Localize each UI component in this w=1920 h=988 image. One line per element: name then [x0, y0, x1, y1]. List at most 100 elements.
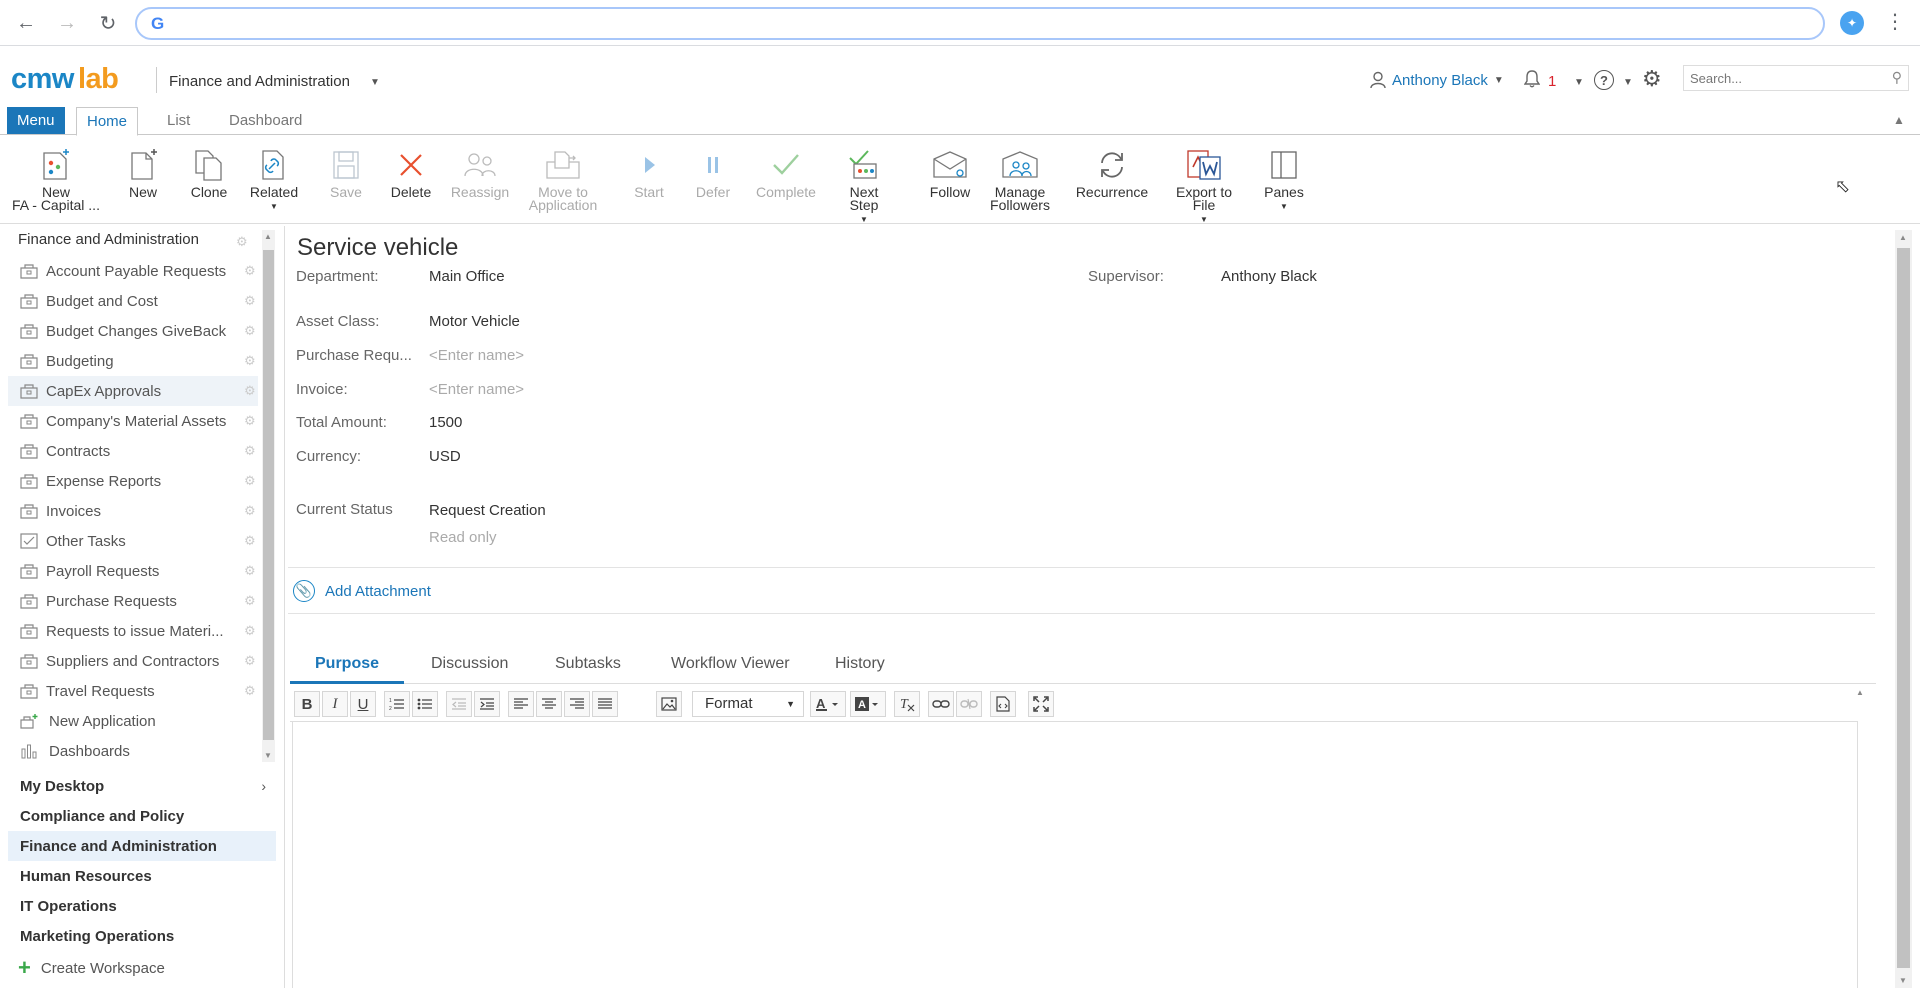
export-to-file-button[interactable]: Export to File ▼ — [1168, 144, 1240, 226]
reload-icon[interactable]: ↻ — [95, 10, 121, 36]
insert-image-icon[interactable] — [656, 691, 682, 717]
manage-followers-button[interactable]: Manage Followers — [986, 144, 1054, 212]
sidebar-item-capex-approvals[interactable]: CapEx Approvals ⚙ — [8, 376, 258, 406]
item-settings-icon[interactable]: ⚙ — [244, 294, 258, 308]
tab-menu[interactable]: Menu — [7, 107, 65, 134]
workspace-my-desktop[interactable]: My Desktop › — [8, 771, 276, 801]
item-settings-icon[interactable]: ⚙ — [244, 264, 258, 278]
notification-caret-icon[interactable]: ▼ — [1574, 77, 1584, 88]
create-workspace-button[interactable]: + Create Workspace — [18, 957, 165, 979]
help-icon[interactable]: ? — [1594, 70, 1614, 90]
bell-icon[interactable] — [1523, 70, 1541, 93]
item-settings-icon[interactable]: ⚙ — [244, 414, 258, 428]
bold-button[interactable]: B — [294, 691, 320, 717]
notification-count[interactable]: 1 — [1548, 73, 1556, 90]
sidebar-scrollbar[interactable]: ▲ ▼ — [262, 230, 275, 762]
tree-root-finance[interactable]: Finance and Administration — [18, 231, 199, 248]
tab-workflow-viewer[interactable]: Workflow Viewer — [646, 644, 815, 684]
new-button[interactable]: New — [118, 144, 168, 199]
align-right-icon[interactable] — [564, 691, 590, 717]
text-color-icon[interactable]: A — [810, 691, 846, 717]
recurrence-button[interactable]: Recurrence — [1072, 144, 1152, 199]
indent-icon[interactable] — [474, 691, 500, 717]
tab-list[interactable]: List — [157, 107, 200, 135]
item-settings-icon[interactable]: ⚙ — [244, 504, 258, 518]
search-input[interactable] — [1684, 66, 1874, 90]
numbered-list-icon[interactable]: 12 — [384, 691, 410, 717]
new-fa-capital-button[interactable]: New FA - Capital ... — [6, 144, 106, 212]
app-title[interactable]: Finance and Administration — [169, 73, 350, 90]
sidebar-item-budget-and-cost[interactable]: Budget and Cost ⚙ — [8, 286, 258, 316]
app-switch-caret-icon[interactable]: ▼ — [370, 77, 380, 88]
main-scroll-thumb[interactable] — [1897, 248, 1910, 968]
item-settings-icon[interactable]: ⚙ — [244, 354, 258, 368]
tab-home[interactable]: Home — [76, 107, 139, 136]
tab-discussion[interactable]: Discussion — [406, 644, 533, 684]
workspace-it-operations[interactable]: IT Operations — [8, 891, 276, 921]
currency-value[interactable]: USD — [429, 448, 461, 465]
scroll-up-icon[interactable]: ▲ — [264, 232, 272, 241]
align-left-icon[interactable] — [508, 691, 534, 717]
purpose-editor[interactable] — [292, 722, 1858, 988]
next-step-button[interactable]: Next Step ▼ — [836, 144, 892, 226]
workspace-finance[interactable]: Finance and Administration — [8, 831, 276, 861]
tab-history[interactable]: History — [810, 644, 910, 684]
italic-button[interactable]: I — [322, 691, 348, 717]
scroll-down-icon[interactable]: ▼ — [1899, 976, 1907, 985]
item-settings-icon[interactable]: ⚙ — [244, 534, 258, 548]
sidebar-divider[interactable] — [284, 226, 285, 988]
sidebar-item-travel-requests[interactable]: Travel Requests ⚙ — [8, 676, 258, 706]
forward-icon[interactable]: → — [54, 10, 80, 36]
sidebar-item-expense-reports[interactable]: Expense Reports ⚙ — [8, 466, 258, 496]
delete-button[interactable]: Delete — [386, 144, 436, 199]
sidebar-item-budget-changes[interactable]: Budget Changes GiveBack ⚙ — [8, 316, 258, 346]
sidebar-item-account-payable[interactable]: Account Payable Requests ⚙ — [8, 256, 258, 286]
defer-button[interactable]: Defer — [688, 144, 738, 199]
sidebar-item-requests-issue-materials[interactable]: Requests to issue Materi... ⚙ — [8, 616, 258, 646]
tab-subtasks[interactable]: Subtasks — [530, 644, 646, 684]
invoice-field[interactable]: <Enter name> — [429, 381, 524, 398]
format-dropdown[interactable]: Format ▼ — [692, 691, 804, 717]
item-settings-icon[interactable]: ⚙ — [244, 444, 258, 458]
workspace-marketing[interactable]: Marketing Operations — [8, 921, 276, 951]
back-icon[interactable]: ← — [13, 10, 39, 36]
panes-button[interactable]: Panes ▼ — [1256, 144, 1312, 213]
help-caret-icon[interactable]: ▼ — [1623, 77, 1633, 88]
editor-scroll-up-icon[interactable]: ▲ — [1856, 688, 1864, 697]
item-settings-icon[interactable]: ⚙ — [244, 324, 258, 338]
sidebar-item-suppliers[interactable]: Suppliers and Contractors ⚙ — [8, 646, 258, 676]
user-menu[interactable]: Anthony Black ▼ — [1370, 71, 1504, 89]
address-bar[interactable]: G — [135, 7, 1825, 40]
sidebar-item-material-assets[interactable]: Company's Material Assets ⚙ — [8, 406, 258, 436]
settings-gear-icon[interactable]: ⚙ — [1642, 66, 1662, 92]
outdent-icon[interactable] — [446, 691, 472, 717]
move-to-application-button[interactable]: Move to Application — [522, 144, 604, 212]
tab-dashboard[interactable]: Dashboard — [219, 107, 312, 135]
fullscreen-icon[interactable] — [1028, 691, 1054, 717]
item-settings-icon[interactable]: ⚙ — [244, 654, 258, 668]
item-settings-icon[interactable]: ⚙ — [244, 384, 258, 398]
department-value[interactable]: Main Office — [429, 268, 505, 285]
item-settings-icon[interactable]: ⚙ — [244, 624, 258, 638]
workspace-compliance[interactable]: Compliance and Policy — [8, 801, 276, 831]
cmw-lab-logo[interactable]: cmw lab — [11, 63, 119, 96]
search-icon[interactable]: ⚲ — [1892, 69, 1902, 86]
purchase-request-field[interactable]: <Enter name> — [429, 347, 524, 364]
bullet-list-icon[interactable] — [412, 691, 438, 717]
scroll-down-icon[interactable]: ▼ — [264, 751, 272, 760]
root-settings-icon[interactable]: ⚙ — [236, 234, 248, 250]
align-center-icon[interactable] — [536, 691, 562, 717]
sidebar-item-payroll-requests[interactable]: Payroll Requests ⚙ — [8, 556, 258, 586]
underline-button[interactable]: U — [350, 691, 376, 717]
source-code-icon[interactable] — [990, 691, 1016, 717]
unlink-icon[interactable] — [956, 691, 982, 717]
sidebar-item-budgeting[interactable]: Budgeting ⚙ — [8, 346, 258, 376]
start-button[interactable]: Start — [624, 144, 674, 199]
related-button[interactable]: Related ▼ — [246, 144, 302, 213]
browser-menu-icon[interactable]: ⋮ — [1885, 10, 1905, 34]
sidebar-scroll-thumb[interactable] — [263, 250, 274, 740]
background-color-icon[interactable]: A — [850, 691, 886, 717]
workspace-human-resources[interactable]: Human Resources — [8, 861, 276, 891]
extension-icon[interactable]: ✦ — [1840, 11, 1864, 35]
justify-icon[interactable] — [592, 691, 618, 717]
